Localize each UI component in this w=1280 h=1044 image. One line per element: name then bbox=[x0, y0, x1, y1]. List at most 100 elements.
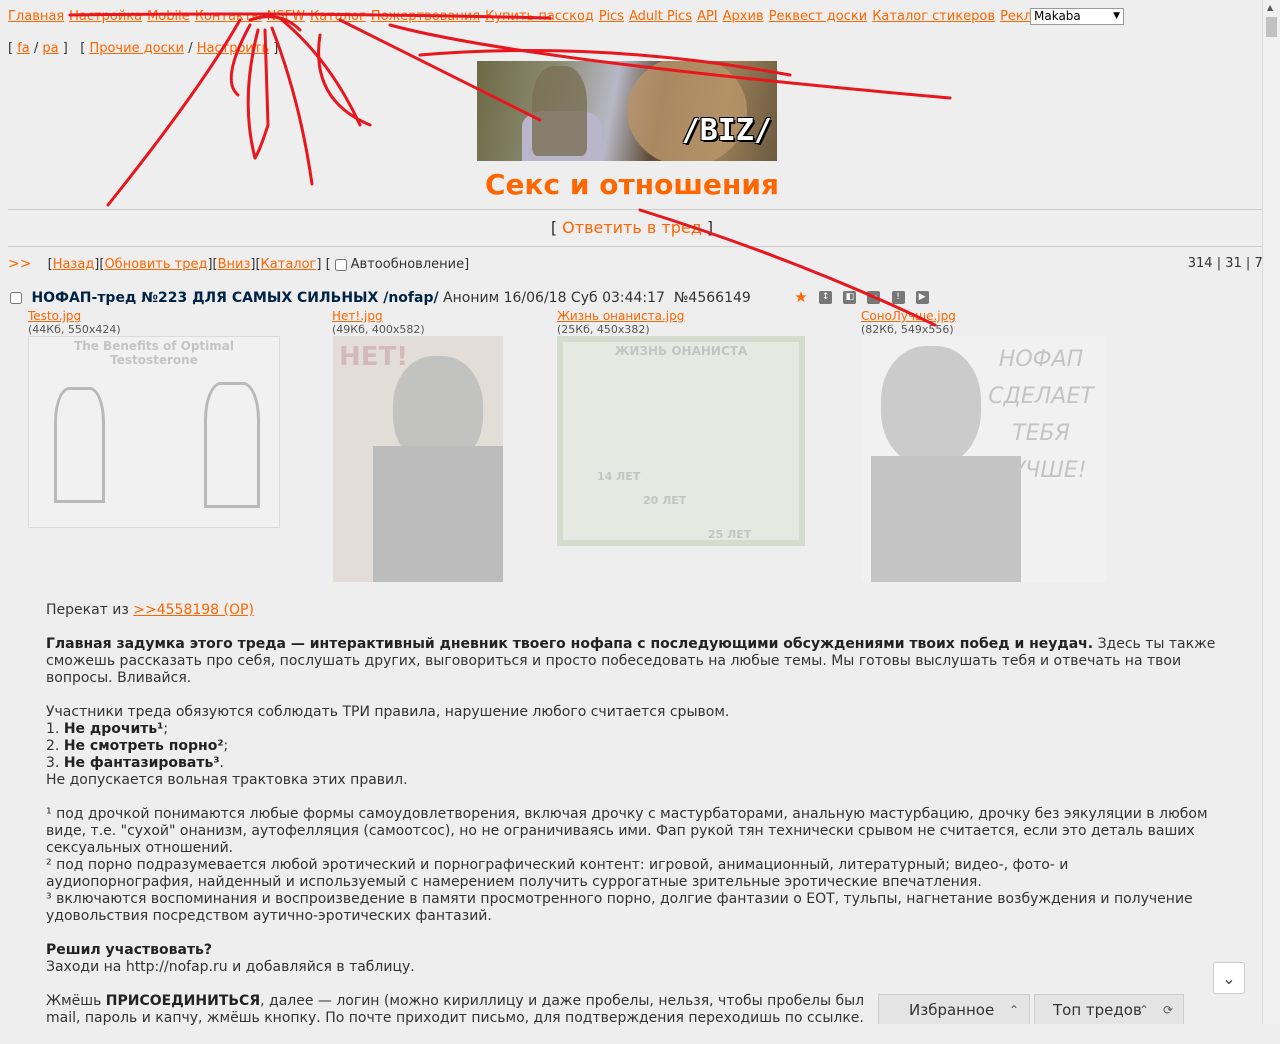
rule-1: Не дрочить¹ bbox=[63, 721, 164, 737]
board-title: Секс и отношения bbox=[485, 168, 779, 201]
top-nav-link[interactable]: Купить пасскод bbox=[485, 9, 594, 24]
post-count: 314 bbox=[1187, 256, 1213, 271]
file-meta: (25Кб, 450x382) bbox=[557, 323, 650, 336]
top-nav-link[interactable]: Реквест доски bbox=[769, 9, 868, 24]
top-nav-link[interactable]: Настройка bbox=[69, 9, 142, 24]
rules-note: Не допускается вольная трактовка этих пр… bbox=[46, 772, 408, 788]
top-nav-link[interactable]: Adult Pics bbox=[629, 9, 692, 24]
thumbnail-figure bbox=[373, 446, 503, 582]
top-nav-link[interactable]: API bbox=[697, 9, 718, 24]
rule-number: 2. bbox=[46, 738, 64, 754]
minus-icon[interactable]: − bbox=[867, 291, 881, 304]
thumbnail-age-label: 20 ЛЕТ bbox=[643, 494, 687, 507]
expand-icon[interactable]: ↕ bbox=[819, 291, 833, 304]
top-nav-link[interactable]: NSFW bbox=[267, 9, 305, 24]
play-icon[interactable]: ▶ bbox=[915, 291, 929, 304]
chevron-up-icon: ⌃ bbox=[1008, 1003, 1019, 1017]
chevron-down-icon: ⌄ bbox=[1222, 969, 1236, 988]
catalog-link[interactable]: Каталог bbox=[261, 257, 317, 272]
file-name-link[interactable]: СоноЛучше.jpg bbox=[861, 309, 956, 323]
refresh-thread-link[interactable]: Обновить тред bbox=[104, 257, 207, 272]
rules-paragraph: Участники треда обязуются соблюдать ТРИ … bbox=[46, 704, 1216, 789]
thumbnail-net[interactable]: НЕТ! bbox=[333, 336, 503, 582]
last-rest: , далее — логин (можно кириллицу и даже … bbox=[260, 993, 865, 1009]
top-threads-label: Топ тредов bbox=[1053, 1001, 1142, 1019]
post-author: Аноним bbox=[443, 290, 500, 306]
last-prefix: Жмёшь bbox=[46, 993, 106, 1009]
settings-link[interactable]: Настроить bbox=[197, 41, 269, 56]
file-name-link[interactable]: Нет!.jpg bbox=[332, 309, 425, 323]
intro-paragraph: Главная задумка этого треда — интерактив… bbox=[46, 636, 1216, 687]
file-info: Testo.jpg (44Кб, 550x424) bbox=[28, 309, 121, 336]
rule-2: Не смотреть порно² bbox=[63, 738, 224, 754]
file-info: Жизнь онаниста.jpg (25Кб, 450x382) bbox=[557, 309, 684, 336]
board-link-fa[interactable]: fa bbox=[17, 41, 30, 56]
top-nav-link[interactable]: Архив bbox=[723, 9, 764, 24]
footnote-3: ³ включаются воспоминания и воспроизведе… bbox=[46, 891, 1193, 924]
thumbnail-sonoluchshe[interactable]: НОФАП СДЕЛАЕТ ТЕБЯ ЛУЧШЕ! bbox=[861, 336, 1107, 582]
thumbnail-caption: The Benefits of Optimal Testosterone bbox=[74, 339, 234, 367]
other-boards-link[interactable]: Прочие доски bbox=[89, 41, 184, 56]
reply-button[interactable]: Ответить в тред bbox=[562, 218, 702, 237]
thumbnail-caption: НОФАП СДЕЛАЕТ ТЕБЯ ЛУЧШЕ! bbox=[988, 347, 1094, 483]
scroll-down-link[interactable]: Вниз bbox=[218, 257, 251, 272]
scroll-to-bottom-button[interactable]: ⌄ bbox=[1213, 962, 1245, 994]
style-select[interactable]: Makaba ▼ bbox=[1030, 8, 1124, 25]
thread-counts: 314 | 31 | 78 bbox=[1188, 256, 1271, 271]
refresh-icon[interactable]: ⟳ bbox=[1163, 995, 1173, 1025]
scroll-up-icon[interactable]: ▲ bbox=[1267, 3, 1273, 12]
last-bold: ПРИСОЕДИНИТЬСЯ bbox=[105, 993, 261, 1009]
autoupdate-checkbox[interactable] bbox=[334, 258, 347, 271]
thread-nav: >> [Назад][Обновить тред][Вниз][Каталог]… bbox=[8, 256, 470, 272]
scrollbar-thumb[interactable] bbox=[1266, 17, 1277, 37]
top-nav-link[interactable]: Каталог стикеров bbox=[872, 9, 995, 24]
thumbnail-zhizn[interactable]: ЖИЗНЬ ОНАНИСТА 14 ЛЕТ 20 ЛЕТ 25 ЛЕТ bbox=[557, 336, 805, 546]
top-nav-link[interactable]: Контакты bbox=[195, 9, 262, 24]
file-name-link[interactable]: Жизнь онаниста.jpg bbox=[557, 309, 684, 323]
page-scrollbar[interactable]: ▲ bbox=[1262, 0, 1280, 1024]
banner-tag: /BIZ/ bbox=[681, 113, 772, 148]
top-nav-link[interactable]: Пожертвования bbox=[371, 9, 480, 24]
back-link[interactable]: Назад bbox=[53, 257, 95, 272]
top-threads-tab[interactable]: Топ тредов ⌃ ⟳ bbox=[1034, 994, 1184, 1024]
top-nav: Главная Настройка Mobile Контакты NSFW Катало… bbox=[8, 9, 1063, 24]
post-header: НОФАП-тред №223 ДЛЯ САМЫХ СИЛЬНЫХ /nofap… bbox=[10, 290, 751, 306]
file-info: Нет!.jpg (49Кб, 400x582) bbox=[332, 309, 425, 336]
rule-3: Не фантазировать³ bbox=[63, 755, 220, 771]
rule-number: 1. bbox=[46, 721, 64, 737]
thumbnail-testo[interactable]: The Benefits of Optimal Testosterone bbox=[28, 336, 280, 528]
file-meta: (82Кб, 549x556) bbox=[861, 323, 954, 336]
file-name-link[interactable]: Testo.jpg bbox=[28, 309, 121, 323]
top-nav-link[interactable]: Каталог bbox=[310, 9, 366, 24]
rule-end: ; bbox=[223, 738, 229, 754]
post-body: Перекат из >>4558198 (OP) Главная задумк… bbox=[46, 602, 1216, 1044]
post-number[interactable]: №4566149 bbox=[674, 290, 751, 306]
reply-bar: [ Ответить в тред ] bbox=[550, 218, 714, 237]
post-subject: НОФАП-тред №223 ДЛЯ САМЫХ СИЛЬНЫХ /nofap… bbox=[31, 290, 439, 306]
join-heading: Решил участвовать? bbox=[46, 942, 213, 958]
chevron-down-icon: ▼ bbox=[1113, 11, 1120, 21]
thumbnail-age-label: 14 ЛЕТ bbox=[597, 470, 641, 483]
post-date: 16/06/18 Суб 03:44:17 bbox=[503, 290, 665, 306]
chevron-up-icon: ⌃ bbox=[1138, 1003, 1149, 1017]
favorites-label: Избранное bbox=[909, 1001, 995, 1019]
thumbnail-caption: ЖИЗНЬ ОНАНИСТА bbox=[614, 344, 748, 358]
post-select-checkbox[interactable] bbox=[10, 292, 22, 304]
favorites-tab[interactable]: Избранное ⌃ bbox=[878, 994, 1030, 1024]
style-select-value: Makaba bbox=[1034, 9, 1081, 23]
repost-prefix: Перекат из bbox=[46, 602, 129, 618]
top-nav-link[interactable]: Mobile bbox=[147, 9, 190, 24]
star-icon[interactable]: ★ bbox=[794, 290, 808, 305]
op-reply-link[interactable]: >>4558198 (OP) bbox=[133, 602, 254, 618]
top-nav-link[interactable]: Pics bbox=[599, 9, 624, 24]
top-nav-link[interactable]: Главная bbox=[8, 9, 64, 24]
sub-nav: [ fa / pa ] [ Прочие доски / Настроить ] bbox=[8, 41, 279, 56]
board-banner[interactable]: /BIZ/ bbox=[477, 61, 777, 161]
rules-intro: Участники треда обязуются соблюдать ТРИ … bbox=[46, 704, 730, 720]
hide-icon[interactable]: ◧ bbox=[843, 291, 857, 304]
board-link-pa[interactable]: pa bbox=[42, 41, 58, 56]
file-count: 31 bbox=[1225, 256, 1242, 271]
repost-line: Перекат из >>4558198 (OP) bbox=[46, 602, 1216, 619]
thumbnail-figure bbox=[204, 382, 260, 508]
report-icon[interactable]: ! bbox=[891, 291, 905, 304]
